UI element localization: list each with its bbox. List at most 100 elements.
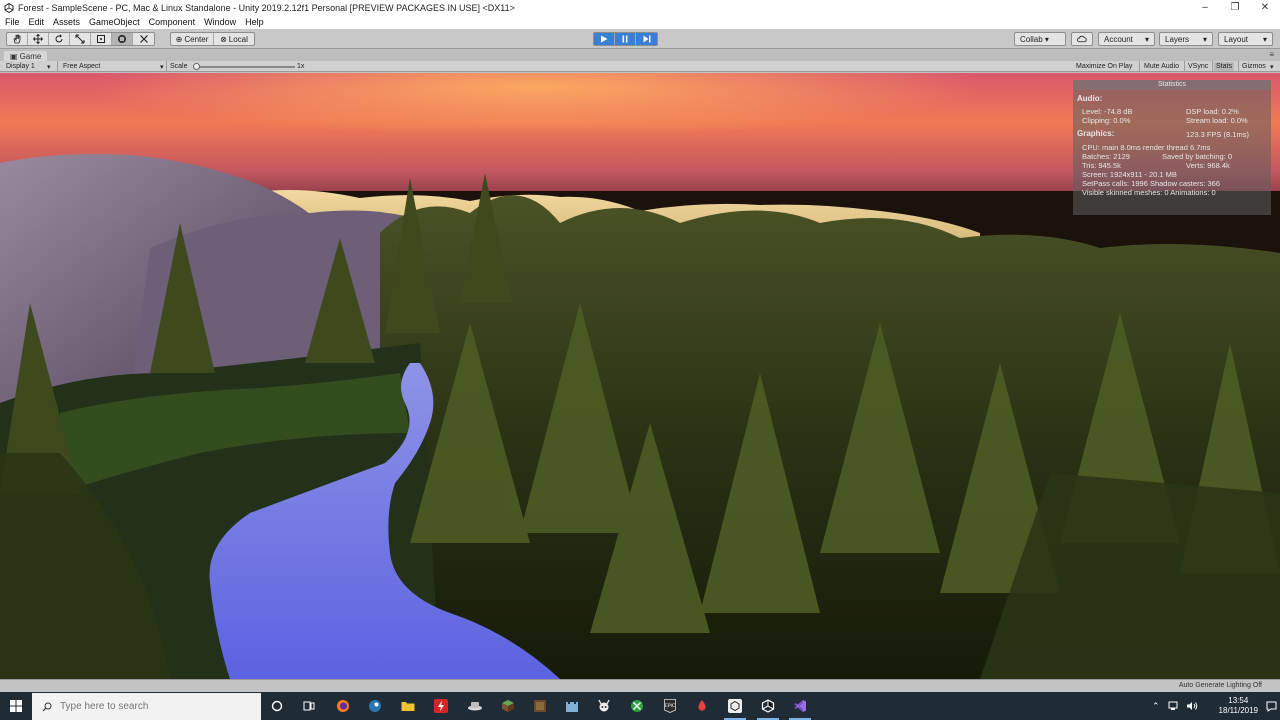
app-red-drop-button[interactable] — [691, 696, 713, 716]
firefox-button[interactable] — [332, 696, 354, 716]
steam-button[interactable] — [364, 696, 386, 716]
stats-button[interactable]: Stats — [1214, 62, 1234, 71]
hand-tool-button[interactable] — [7, 33, 28, 45]
menu-component[interactable]: Component — [149, 17, 196, 27]
network-icon[interactable] — [1168, 701, 1180, 711]
tab-menu-icon[interactable]: ≡ — [1269, 50, 1274, 59]
app-hat-button[interactable] — [464, 696, 486, 716]
audio-level: Level: -74.8 dB — [1082, 107, 1133, 116]
cpu-time: CPU: main 8.0ms render thread 6.7ms — [1082, 143, 1211, 152]
unity-hub-button[interactable] — [724, 696, 746, 720]
cloud-icon — [1077, 35, 1087, 43]
lighting-status[interactable]: Auto Generate Lighting Off — [1179, 682, 1262, 689]
layers-dropdown[interactable]: Layers ▾ — [1159, 32, 1213, 46]
game-view-toolbar: Display 1 ▾ Free Aspect ▾ Scale 1x Maxim… — [0, 61, 1280, 72]
pivot-icon: ⊕ — [175, 34, 183, 44]
game-tab-label: Game — [19, 51, 42, 61]
scale-slider-track[interactable] — [195, 66, 295, 68]
task-view-icon — [303, 701, 315, 711]
menu-window[interactable]: Window — [204, 17, 236, 27]
notifications-button[interactable] — [1262, 696, 1280, 716]
castle-icon — [566, 702, 578, 712]
volume-icon[interactable] — [1186, 701, 1198, 711]
pause-button[interactable] — [615, 33, 636, 45]
title-bar: Forest - SampleScene - PC, Mac & Linux S… — [0, 0, 1280, 15]
hand-icon — [13, 34, 21, 44]
clock-date: 18/11/2019 — [1218, 706, 1258, 715]
audio-heading: Audio: — [1077, 94, 1103, 103]
epic-games-button[interactable]: EPIC — [659, 696, 681, 716]
layout-dropdown[interactable]: Layout ▾ — [1218, 32, 1273, 46]
taskbar-search[interactable] — [32, 693, 261, 720]
audio-clipping: Clipping: 0.0% — [1082, 116, 1131, 125]
pivot-center-button[interactable]: ⊕ Center — [171, 33, 214, 45]
tray-chevron-up-icon[interactable]: ⌃ — [1152, 701, 1160, 712]
start-button[interactable] — [0, 692, 32, 720]
scale-value: 1x — [297, 63, 305, 70]
layout-label: Layout — [1224, 34, 1249, 44]
unity-icon — [761, 699, 775, 713]
account-dropdown[interactable]: Account ▾ — [1098, 32, 1155, 46]
gizmos-chevron-icon[interactable]: ▾ — [1270, 62, 1274, 71]
unity-hub-icon — [728, 699, 742, 713]
divider — [1212, 61, 1213, 72]
scale-tool-button[interactable] — [70, 33, 91, 45]
cortana-button[interactable] — [266, 696, 288, 716]
custom-tool-button[interactable] — [133, 33, 154, 45]
steam-icon — [369, 700, 381, 712]
app-red-bolt-button[interactable] — [430, 696, 452, 716]
menu-assets[interactable]: Assets — [53, 17, 80, 27]
taskbar-clock[interactable]: 13:54 18/11/2019 — [1219, 696, 1258, 716]
mute-audio-button[interactable]: Mute Audio — [1142, 62, 1181, 71]
menu-file[interactable]: File — [5, 17, 20, 27]
scale-slider-handle[interactable] — [193, 63, 200, 70]
unity-editor-button[interactable] — [757, 696, 779, 720]
task-view-button[interactable] — [298, 696, 320, 716]
move-tool-button[interactable] — [28, 33, 49, 45]
rotate-icon — [55, 34, 63, 43]
play-icon — [601, 35, 608, 43]
step-button[interactable] — [636, 33, 657, 45]
pivot-toggles: ⊕ Center ⊗ Local — [170, 32, 255, 46]
step-icon — [643, 35, 650, 43]
cloud-button[interactable] — [1071, 32, 1093, 46]
lightning-bolt-icon — [434, 699, 448, 713]
transform-tool-button[interactable] — [112, 33, 133, 45]
space-label: Local — [228, 34, 248, 44]
rotate-tool-button[interactable] — [49, 33, 70, 45]
menu-gameobject[interactable]: GameObject — [89, 17, 140, 27]
local-icon: ⊗ — [220, 34, 227, 44]
app-castle-button[interactable] — [561, 696, 583, 716]
divider — [57, 61, 58, 72]
gizmos-button[interactable]: Gizmos — [1240, 62, 1268, 71]
xbox-button[interactable] — [626, 696, 648, 716]
play-button[interactable] — [594, 33, 615, 45]
maximize-on-play-button[interactable]: Maximize On Play — [1074, 62, 1134, 71]
visual-studio-button[interactable] — [789, 696, 811, 720]
collab-button[interactable]: Collab ▾ — [1014, 32, 1066, 46]
vsync-button[interactable]: VSync — [1186, 62, 1210, 71]
xbox-icon — [631, 700, 643, 712]
rect-tool-button[interactable] — [91, 33, 112, 45]
app-skull-button[interactable] — [593, 696, 615, 716]
minecraft-button[interactable] — [497, 696, 519, 716]
aspect-dropdown[interactable]: Free Aspect — [63, 62, 163, 71]
menu-edit[interactable]: Edit — [29, 17, 45, 27]
minimize-button[interactable]: – — [1190, 0, 1220, 15]
maximize-button[interactable]: ❐ — [1220, 0, 1250, 15]
transform-tools — [6, 32, 155, 46]
app-brown-button[interactable] — [529, 696, 551, 716]
batches: Batches: 2129 — [1082, 152, 1130, 161]
pivot-local-button[interactable]: ⊗ Local — [214, 33, 254, 45]
grass-block-icon — [502, 700, 514, 712]
tab-game[interactable]: ▣ Game — [4, 51, 48, 61]
tools-icon — [139, 35, 148, 43]
folder-icon — [401, 702, 415, 711]
file-explorer-button[interactable] — [397, 696, 419, 716]
search-input[interactable] — [60, 701, 240, 712]
display-chevron-icon: ▾ — [47, 63, 51, 71]
divider — [1139, 61, 1140, 72]
menu-help[interactable]: Help — [245, 17, 264, 27]
close-button[interactable]: ✕ — [1250, 0, 1280, 15]
firefox-icon — [337, 700, 349, 712]
